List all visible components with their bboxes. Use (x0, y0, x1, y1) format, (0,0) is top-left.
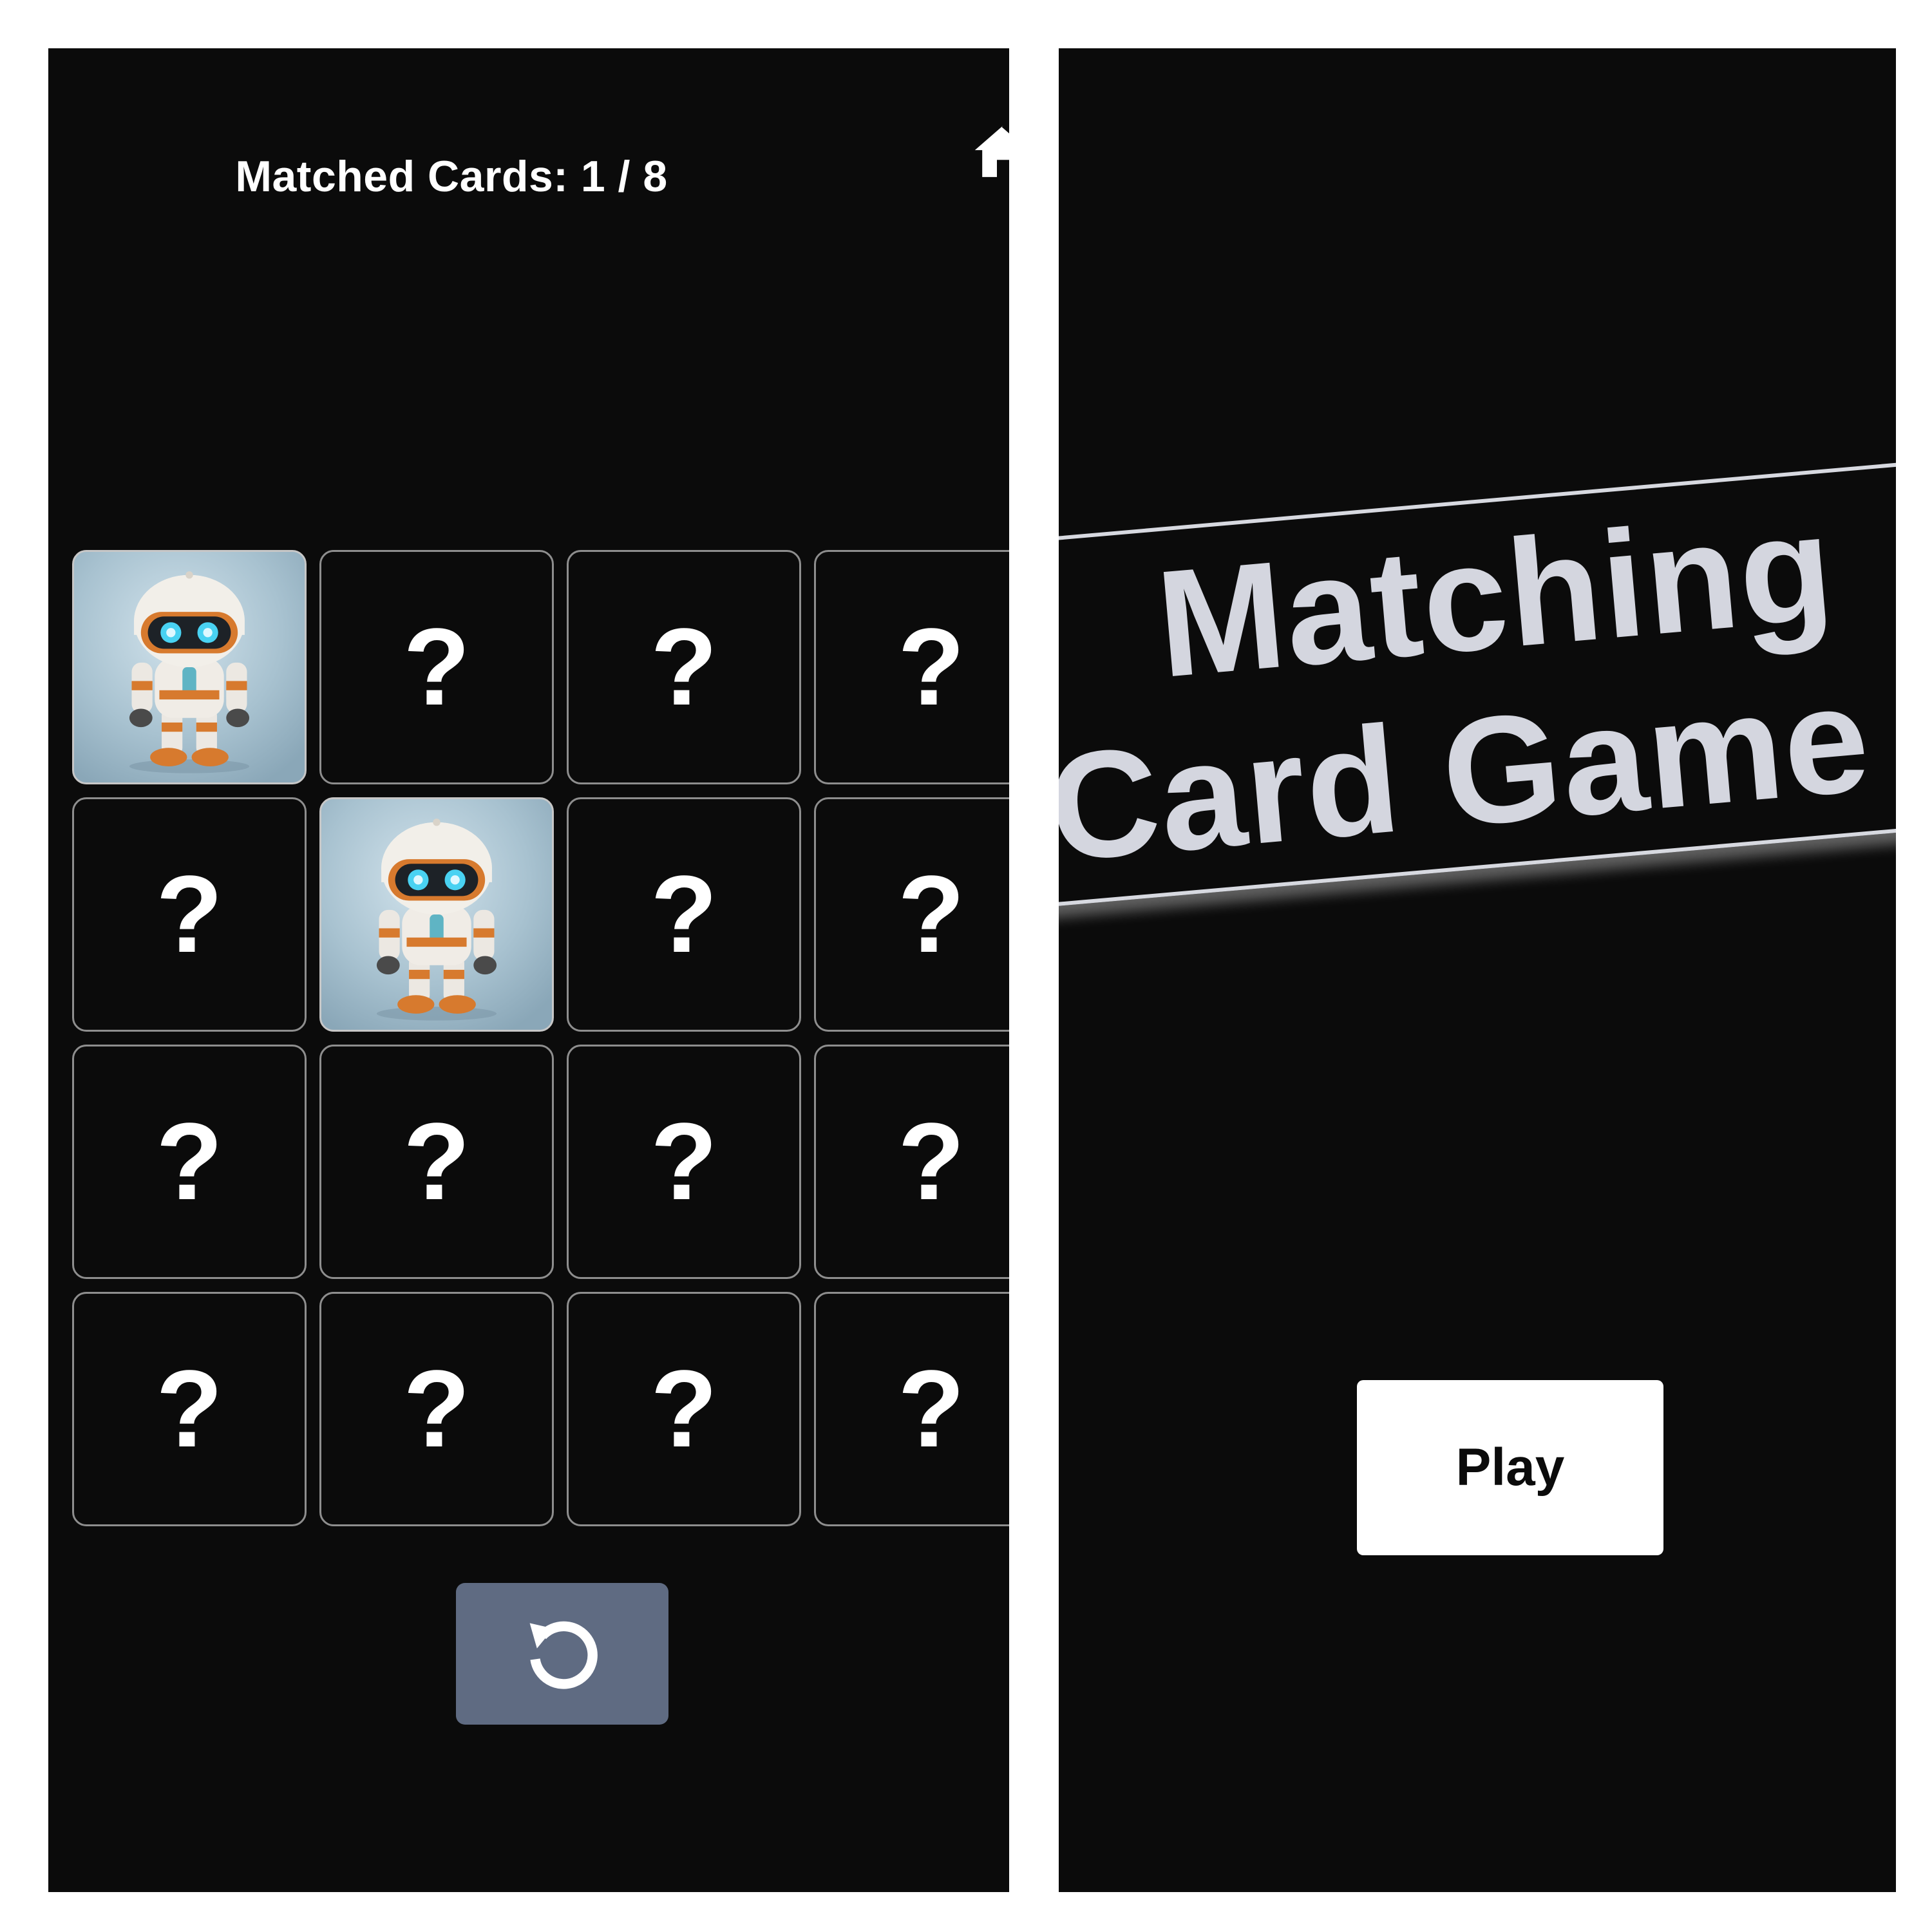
card-back-label: ? (650, 1101, 717, 1223)
card-16[interactable]: ? (814, 1292, 1009, 1526)
restart-icon (529, 1621, 598, 1689)
card-back-label: ? (898, 1101, 965, 1223)
card-back-label: ? (403, 1101, 470, 1223)
card-7[interactable]: ? (567, 797, 801, 1032)
card-back-label: ? (156, 1348, 223, 1470)
game-screen: Matched Cards: 1 / 8 ???? ? ? ? ? ? ? ? … (48, 48, 1009, 1892)
card-back-label: ? (156, 853, 223, 976)
card-back-label: ? (156, 1101, 223, 1223)
card-5[interactable]: ? (72, 797, 307, 1032)
matched-cards-counter: Matched Cards: 1 / 8 (235, 152, 668, 201)
card-back-label: ? (650, 606, 717, 728)
title-screen: Matching Card Game Play (1059, 48, 1896, 1892)
card-11[interactable]: ? (567, 1045, 801, 1279)
card-back-label: ? (650, 853, 717, 976)
card-back-label: ? (403, 1348, 470, 1470)
robot-image (74, 552, 305, 782)
play-button[interactable]: Play (1357, 1380, 1663, 1555)
card-10[interactable]: ? (319, 1045, 554, 1279)
card-back-label: ? (650, 1348, 717, 1470)
card-8[interactable]: ? (814, 797, 1009, 1032)
card-1[interactable] (72, 550, 307, 784)
card-6[interactable] (319, 797, 554, 1032)
card-2[interactable]: ? (319, 550, 554, 784)
title-banner: Matching Card Game (1059, 457, 1896, 909)
card-12[interactable]: ? (814, 1045, 1009, 1279)
card-back-label: ? (898, 1348, 965, 1470)
card-13[interactable]: ? (72, 1292, 307, 1526)
restart-button[interactable] (456, 1583, 668, 1725)
card-15[interactable]: ? (567, 1292, 801, 1526)
card-3[interactable]: ? (567, 550, 801, 784)
card-back-label: ? (898, 606, 965, 728)
card-14[interactable]: ? (319, 1292, 554, 1526)
card-back-label: ? (403, 606, 470, 728)
home-icon[interactable] (972, 119, 1009, 184)
card-4[interactable]: ? (814, 550, 1009, 784)
robot-image (321, 799, 552, 1030)
card-grid: ???? ?????????? (72, 550, 1009, 1526)
card-back-label: ? (898, 853, 965, 976)
card-9[interactable]: ? (72, 1045, 307, 1279)
